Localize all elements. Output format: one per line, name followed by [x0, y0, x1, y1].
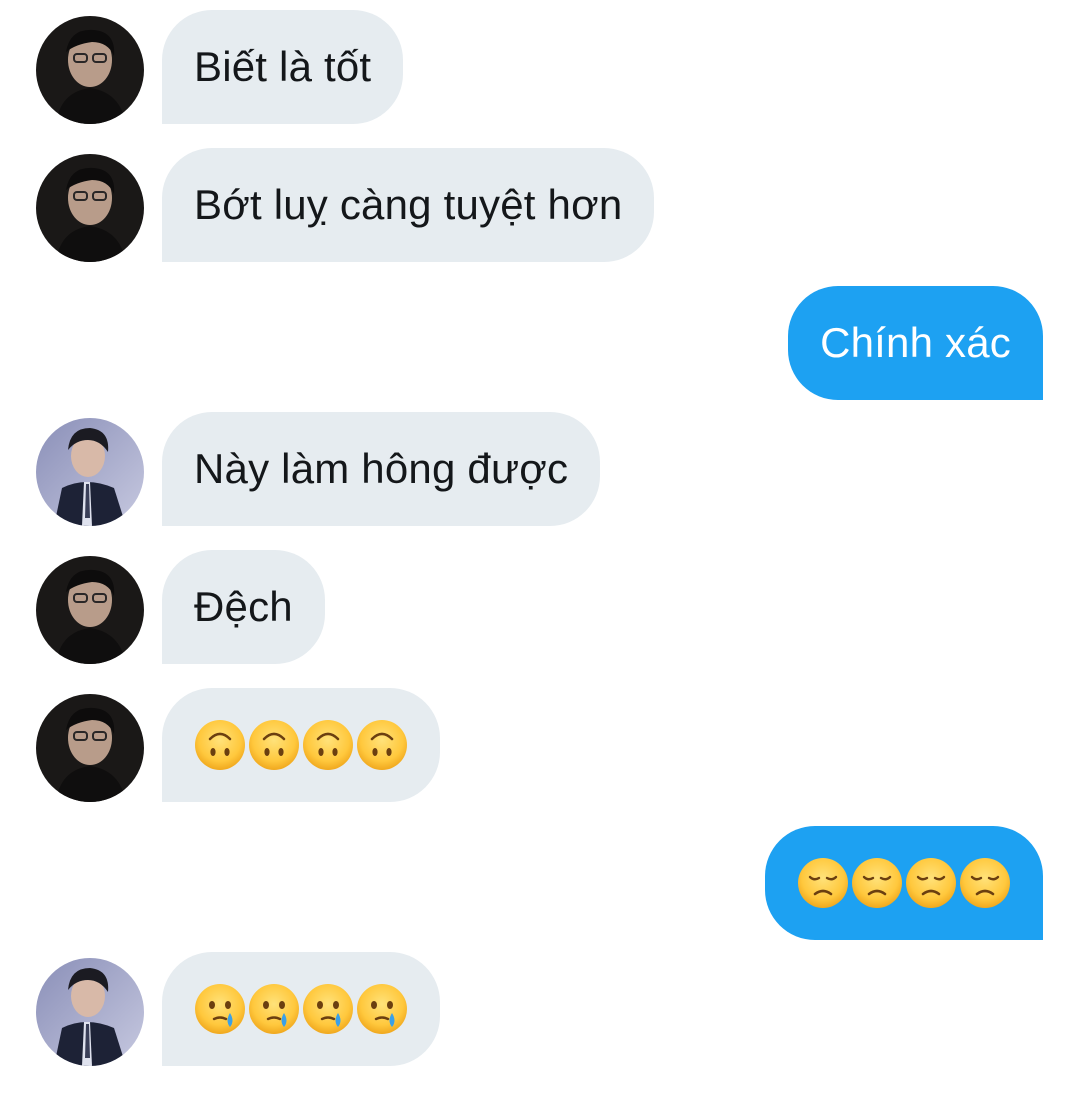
message-row: Đệch	[0, 550, 1072, 664]
disappointed-face-emoji-icon	[852, 858, 902, 908]
message-row	[0, 952, 1072, 1066]
message-text: Đệch	[194, 583, 293, 630]
face-holding-back-tears-emoji-icon	[357, 984, 407, 1034]
message-text: Này làm hông được	[194, 445, 569, 492]
message-text: Bớt luỵ càng tuyệt hơn	[194, 181, 623, 228]
message-row: Này làm hông được	[0, 412, 1072, 526]
message-bubble-incoming[interactable]	[162, 952, 440, 1066]
disappointed-face-emoji-icon	[798, 858, 848, 908]
disappointed-face-emoji-icon	[906, 858, 956, 908]
face-holding-back-tears-emoji-icon	[249, 984, 299, 1034]
disappointed-face-emoji-icon	[960, 858, 1010, 908]
face-holding-back-tears-emoji-icon	[195, 984, 245, 1034]
message-row: Bớt luỵ càng tuyệt hơn	[0, 148, 1072, 262]
upside-down-face-emoji-icon	[303, 720, 353, 770]
upside-down-face-emoji-icon	[357, 720, 407, 770]
emoji-group	[194, 719, 408, 771]
emoji-group	[797, 857, 1011, 909]
message-row: Biết là tốt	[0, 10, 1072, 124]
message-thread: Biết là tốt Bớt luỵ càng tuyệt hơn Chính…	[0, 0, 1072, 1113]
emoji-group	[194, 983, 408, 1035]
message-row	[0, 688, 1072, 802]
upside-down-face-emoji-icon	[249, 720, 299, 770]
avatar-dark-glasses[interactable]	[36, 16, 144, 124]
avatar-dark-glasses[interactable]	[36, 694, 144, 802]
avatar-suit[interactable]	[36, 418, 144, 526]
message-bubble-incoming[interactable]: Này làm hông được	[162, 412, 601, 526]
avatar-suit[interactable]	[36, 958, 144, 1066]
message-row	[0, 826, 1072, 940]
message-bubble-incoming[interactable]: Bớt luỵ càng tuyệt hơn	[162, 148, 655, 262]
message-text: Biết là tốt	[194, 43, 372, 90]
avatar-dark-glasses[interactable]	[36, 556, 144, 664]
message-bubble-outgoing[interactable]	[765, 826, 1043, 940]
message-bubble-outgoing[interactable]: Chính xác	[788, 286, 1043, 400]
message-bubble-incoming[interactable]: Đệch	[162, 550, 325, 664]
avatar-dark-glasses[interactable]	[36, 154, 144, 262]
message-text: Chính xác	[820, 319, 1011, 366]
message-bubble-incoming[interactable]	[162, 688, 440, 802]
message-bubble-incoming[interactable]: Biết là tốt	[162, 10, 404, 124]
message-row: Chính xác	[0, 286, 1072, 400]
upside-down-face-emoji-icon	[195, 720, 245, 770]
face-holding-back-tears-emoji-icon	[303, 984, 353, 1034]
